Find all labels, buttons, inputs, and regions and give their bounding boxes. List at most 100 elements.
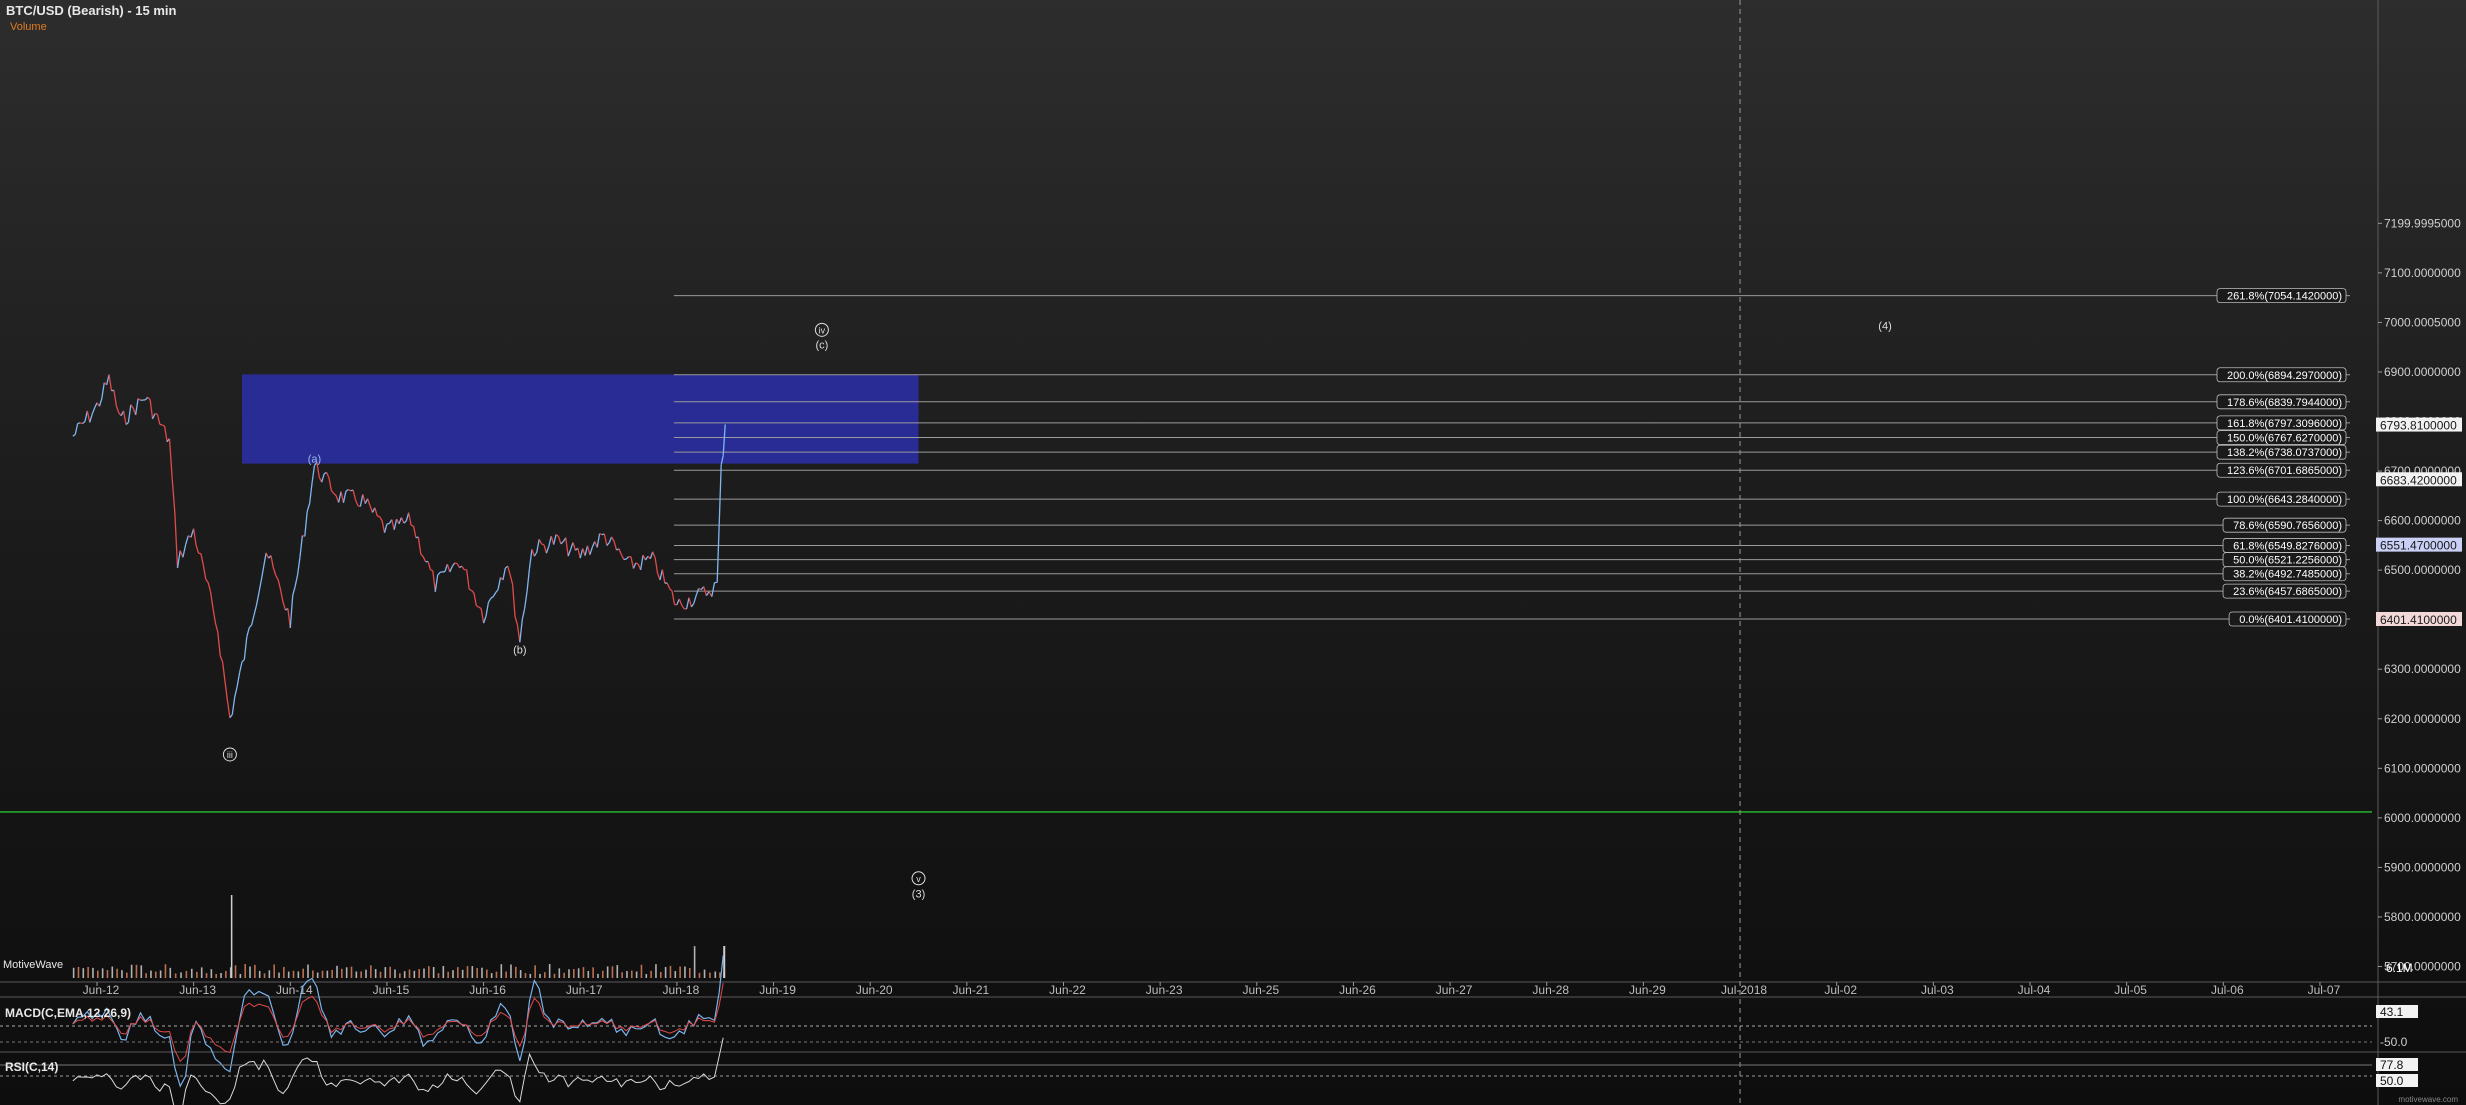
fib-level-label: 123.6%(6701.6865000) [2227, 465, 2342, 477]
fib-level-label: 161.8%(6797.3096000) [2227, 418, 2342, 430]
x-tick-label: Jul-06 [2211, 983, 2244, 997]
price-segment [492, 592, 497, 597]
volume-bar [466, 966, 469, 978]
price-segment [533, 551, 538, 557]
volume-bar [130, 964, 133, 978]
target-zone-box [241, 374, 919, 464]
price-segment [231, 696, 236, 715]
volume-bar [244, 964, 246, 978]
x-tick-label: Jun-28 [1532, 983, 1569, 997]
volume-bar [331, 969, 333, 978]
price-segment [147, 396, 151, 401]
wave-label: iv [819, 325, 826, 335]
price-segment [258, 579, 262, 594]
price-segment [596, 533, 601, 548]
volume-bar [87, 966, 89, 978]
y-tick-label: 6900.0000000 [2384, 365, 2461, 379]
wave-label: (3) [912, 889, 925, 901]
fib-level-label: 38.2%(6492.7485000) [2233, 569, 2342, 581]
price-segment [711, 582, 716, 597]
x-tick-label: Jul-05 [2114, 983, 2147, 997]
volume-bar [180, 972, 182, 978]
price-segment [524, 590, 528, 609]
volume-bar [442, 966, 445, 978]
fib-level-label: 261.8%(7054.1420000) [2227, 291, 2342, 303]
price-segment [422, 556, 427, 563]
volume-bar [471, 966, 474, 978]
volume-bar [558, 968, 561, 978]
price-segment [369, 505, 374, 513]
price-segment [560, 541, 564, 545]
price-segment [430, 569, 434, 572]
volume-bar [220, 973, 222, 978]
price-segment [695, 588, 700, 596]
price-segment [98, 398, 103, 407]
volume-bar [418, 969, 420, 978]
volume-bar [529, 973, 532, 978]
volume-bar [452, 970, 454, 978]
price-segment [93, 402, 98, 409]
price-segment [640, 554, 644, 571]
price-segment [159, 423, 163, 426]
price-segment [115, 405, 120, 414]
price-segment [635, 562, 639, 565]
volume-bar [360, 971, 362, 978]
y-tick-label: 5800.0000000 [2384, 910, 2461, 924]
volume-bar [312, 970, 314, 978]
x-tick-label: Jul-03 [1921, 983, 1954, 997]
y-tick-label: 7199.9995000 [2384, 216, 2461, 230]
volume-bar [92, 967, 94, 978]
volume-bar [408, 969, 411, 978]
volume-bar [169, 967, 172, 978]
price-segment [241, 659, 245, 663]
price-segment [393, 518, 398, 530]
price-segment [362, 494, 366, 504]
price-segment [654, 557, 659, 574]
volume-bar [655, 964, 657, 978]
volume-bar [481, 967, 483, 978]
price-segment [511, 584, 516, 617]
price-segment [342, 491, 347, 503]
price-segment [611, 536, 615, 542]
price-segment [652, 551, 656, 559]
volume-bar [616, 965, 619, 978]
price-segment [480, 608, 485, 624]
volume-bar [77, 966, 80, 978]
volume-bar [159, 970, 162, 978]
volume-bar [287, 971, 290, 978]
x-tick-label: Jun-13 [179, 983, 216, 997]
y-tick-label: 6200.0000000 [2384, 712, 2461, 726]
fib-level-label: 200.0%(6894.2970000) [2227, 370, 2342, 382]
volume-bar [283, 966, 285, 978]
volume-bar [225, 970, 227, 978]
price-segment [487, 598, 492, 603]
volume-bar [476, 968, 478, 978]
price-segment [398, 517, 403, 525]
price-segment [403, 520, 407, 524]
volume-bar [150, 970, 152, 978]
volume-bar [365, 969, 367, 978]
price-segment [226, 700, 231, 718]
price-segment [91, 407, 96, 415]
rsi-line [72, 1037, 724, 1105]
volume-bar [669, 965, 672, 978]
price-segment [176, 550, 181, 569]
price-segment [630, 556, 635, 569]
fib-level-label: 150.0%(6767.6270000) [2227, 433, 2342, 445]
volume-bar [645, 973, 648, 978]
volume-bar [374, 969, 377, 978]
price-segment [495, 589, 499, 594]
rsi-label: RSI(C,14) [5, 1060, 59, 1074]
price-marker-label: 6401.4100000 [2380, 613, 2457, 627]
price-segment [101, 382, 105, 399]
price-segment [412, 526, 417, 538]
price-segment [277, 579, 282, 591]
price-chart[interactable]: 261.8%(7054.1420000) 200.0%(6894.2970000)… [0, 0, 2466, 1105]
price-segment [234, 686, 238, 698]
x-tick-label: Jul-04 [2018, 983, 2051, 997]
price-segment [449, 566, 453, 573]
volume-bar [640, 964, 643, 978]
volume-bar [174, 973, 177, 978]
fib-level-label: 0.0%(6401.4100000) [2239, 614, 2342, 626]
volume-bar [278, 972, 280, 978]
